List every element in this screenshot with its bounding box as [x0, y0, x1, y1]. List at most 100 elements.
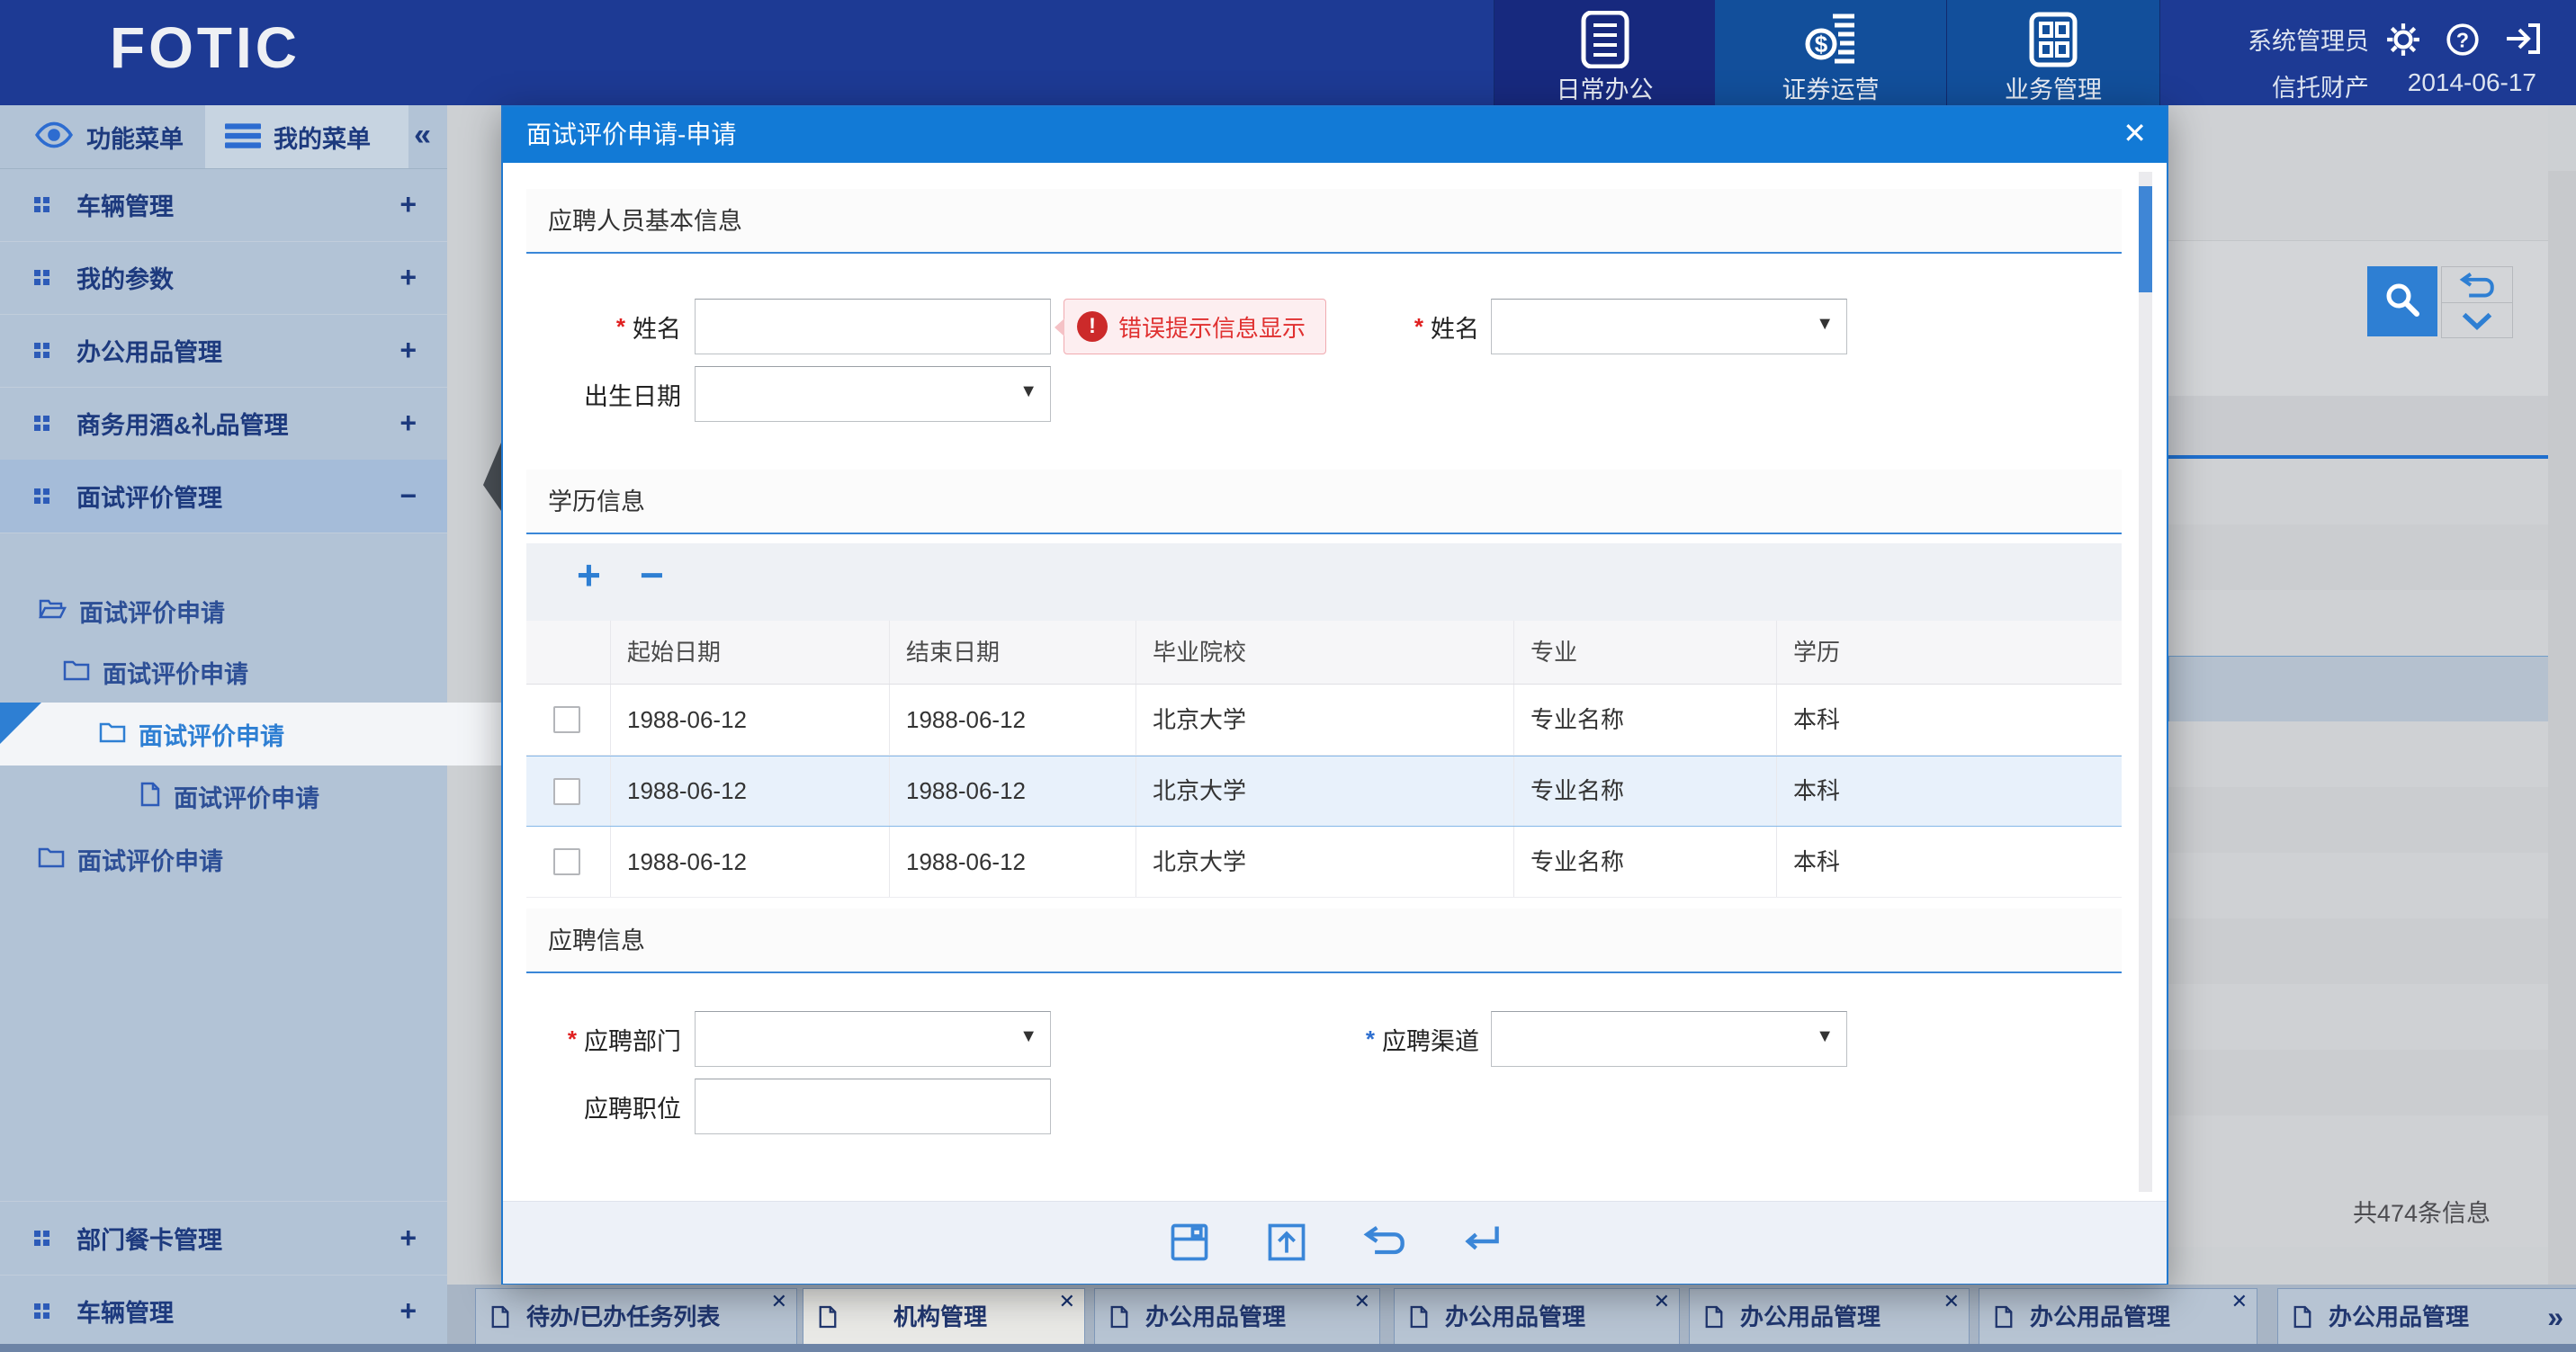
undo-button[interactable] — [1363, 1222, 1405, 1264]
tab-office-supplies-2[interactable]: 办公用品管理 ✕ — [1394, 1288, 1680, 1346]
tree-item-interview-application-2[interactable]: 面试评价申请 — [0, 641, 510, 703]
birth-date-label: 出生日期 — [526, 366, 681, 422]
tab-overflow-icon[interactable]: » — [2547, 1289, 2563, 1345]
tab-close-icon[interactable]: ✕ — [771, 1291, 787, 1312]
row-checkbox[interactable] — [553, 706, 580, 733]
sidebar-item-business-wine-gifts[interactable]: 商务用酒&礼品管理 + — [0, 387, 447, 461]
dialog-scrollbar[interactable] — [2139, 172, 2152, 1192]
grid-icon — [2024, 11, 2082, 68]
tree-item-label: 面试评价申请 — [174, 779, 319, 814]
table-row[interactable]: 1988-06-12 1988-06-12 北京大学 专业名称 本科 — [526, 685, 2122, 756]
sidebar-item-office-supplies[interactable]: 办公用品管理 + — [0, 314, 447, 388]
current-date: 2014-06-17 — [2408, 68, 2536, 97]
expand-icon[interactable]: + — [399, 1294, 417, 1328]
required-mark: * — [1414, 313, 1423, 341]
background-table-row — [2168, 918, 2548, 985]
document-icon — [1109, 1305, 1129, 1333]
column-header: 毕业院校 — [1135, 621, 1513, 684]
document-icon — [1994, 1305, 2014, 1333]
sidebar-collapse-button[interactable]: « — [414, 105, 431, 168]
tab-office-supplies-4[interactable]: 办公用品管理 ✕ — [1979, 1288, 2257, 1346]
tab-close-icon[interactable]: ✕ — [1354, 1291, 1370, 1312]
tab-label: 待办/已办任务列表 — [526, 1289, 720, 1345]
tab-org-management-active[interactable]: 机构管理 ✕ — [803, 1288, 1085, 1346]
sidebar-item-vehicle-management[interactable]: 车辆管理 + — [0, 168, 447, 242]
top-nav-business[interactable]: 业务管理 — [1947, 0, 2160, 105]
enter-button[interactable] — [1460, 1222, 1502, 1264]
add-row-button[interactable]: + — [577, 551, 601, 599]
sidebar-tab-label: 功能菜单 — [86, 120, 184, 155]
tab-close-icon[interactable]: ✕ — [1059, 1291, 1075, 1312]
tab-label: 机构管理 — [893, 1289, 987, 1345]
sidebar-item-meal-card-management[interactable]: 部门餐卡管理 + — [0, 1201, 447, 1276]
tab-close-icon[interactable]: ✕ — [1943, 1291, 1960, 1312]
expand-icon[interactable]: + — [399, 407, 417, 440]
dialog-header[interactable]: 面试评价申请-申请 ✕ — [503, 107, 2167, 163]
top-nav-daily-office[interactable]: 日常办公 — [1494, 0, 1716, 105]
tab-close-icon[interactable]: ✕ — [1654, 1291, 1670, 1312]
sidebar: 功能菜单 我的菜单 « 车辆管理 + 我的参数 + 办公用品管理 + — [0, 105, 447, 1352]
apply-channel-dropdown[interactable]: ▼ — [1491, 1011, 1847, 1067]
tab-task-list[interactable]: 待办/已办任务列表 ✕ — [475, 1288, 797, 1346]
tree-item-label: 面试评价申请 — [103, 655, 248, 690]
upload-button[interactable] — [1266, 1222, 1307, 1264]
chevron-down-icon[interactable] — [2442, 303, 2512, 338]
birth-date-dropdown[interactable]: ▼ — [695, 366, 1051, 422]
settings-gear-icon[interactable] — [2385, 22, 2421, 58]
expand-icon[interactable]: + — [399, 1222, 417, 1255]
collapse-minus-icon[interactable]: − — [399, 479, 417, 513]
table-row-selected[interactable]: 1988-06-12 1988-06-12 北京大学 专业名称 本科 — [526, 756, 2122, 827]
sidebar-tab-my-menu[interactable]: 我的菜单 — [205, 105, 408, 168]
document-icon — [2293, 1305, 2312, 1333]
background-table-row — [2168, 524, 2548, 591]
tree-item-label: 面试评价申请 — [139, 717, 284, 752]
dropdown-arrow-icon: ▼ — [1816, 1026, 1834, 1047]
required-mark: * — [616, 313, 625, 341]
row-checkbox[interactable] — [553, 778, 580, 805]
tree-item-interview-application-5[interactable]: 面试评价申请 — [0, 828, 485, 890]
save-button[interactable] — [1169, 1222, 1210, 1264]
securities-icon: $ — [1802, 11, 1860, 68]
user-department: 信托财产 — [2272, 68, 2369, 103]
tree-item-interview-application-4[interactable]: 面试评价申请 — [0, 766, 587, 827]
expand-icon[interactable]: + — [399, 261, 417, 294]
remove-row-button[interactable]: − — [640, 551, 664, 599]
table-header-row: 起始日期 结束日期 毕业院校 专业 学历 — [526, 621, 2122, 685]
expand-icon[interactable]: + — [399, 334, 417, 367]
top-nav-label: 日常办公 — [1494, 70, 1715, 105]
close-icon[interactable]: ✕ — [2123, 116, 2147, 150]
apply-dept-dropdown[interactable]: ▼ — [695, 1011, 1051, 1067]
row-checkbox[interactable] — [553, 848, 580, 875]
name-input[interactable] — [695, 299, 1051, 354]
apply-channel-label: * 应聘渠道 — [1304, 1011, 1479, 1067]
name2-dropdown[interactable]: ▼ — [1491, 299, 1847, 354]
background-content: 共474条信息 — [2168, 105, 2576, 1285]
tree-item-interview-application-1[interactable]: 面试评价申请 — [0, 580, 485, 641]
expand-icon[interactable]: + — [399, 188, 417, 221]
tab-office-supplies-1[interactable]: 办公用品管理 ✕ — [1094, 1288, 1380, 1346]
help-icon[interactable]: ? — [2445, 22, 2481, 58]
sidebar-item-my-parameters[interactable]: 我的参数 + — [0, 241, 447, 315]
sidebar-tab-function-menu[interactable]: 功能菜单 — [0, 105, 239, 168]
sidebar-item-interview-evaluation[interactable]: 面试评价管理 − — [0, 460, 447, 533]
tab-label: 办公用品管理 — [1445, 1289, 1585, 1345]
top-nav-securities[interactable]: $ 证券运营 — [1715, 0, 1947, 105]
sidebar-item-label: 车辆管理 — [76, 1294, 399, 1329]
panel-collapse-handle — [483, 443, 501, 511]
background-table-row — [2168, 459, 2548, 525]
search-button[interactable] — [2367, 266, 2437, 336]
dropdown-arrow-icon: ▼ — [1019, 381, 1037, 402]
tab-close-icon[interactable]: ✕ — [2231, 1291, 2248, 1312]
tooltip-arrow — [1055, 318, 1064, 336]
tree-item-interview-application-selected[interactable]: 面试评价申请 — [0, 703, 546, 766]
scrollbar-thumb[interactable] — [2139, 186, 2152, 292]
reset-button[interactable] — [2442, 267, 2512, 303]
tab-office-supplies-3[interactable]: 办公用品管理 ✕ — [1689, 1288, 1970, 1346]
grid-dots-icon — [34, 1231, 49, 1246]
table-row[interactable]: 1988-06-12 1988-06-12 北京大学 专业名称 本科 — [526, 827, 2122, 898]
sidebar-item-vehicle-management-2[interactable]: 车辆管理 + — [0, 1275, 447, 1348]
username[interactable]: 系统管理员 — [2248, 22, 2369, 57]
logout-icon[interactable] — [2504, 22, 2540, 58]
tab-office-supplies-5[interactable]: 办公用品管理 » — [2277, 1288, 2576, 1346]
apply-position-input[interactable] — [695, 1079, 1051, 1134]
